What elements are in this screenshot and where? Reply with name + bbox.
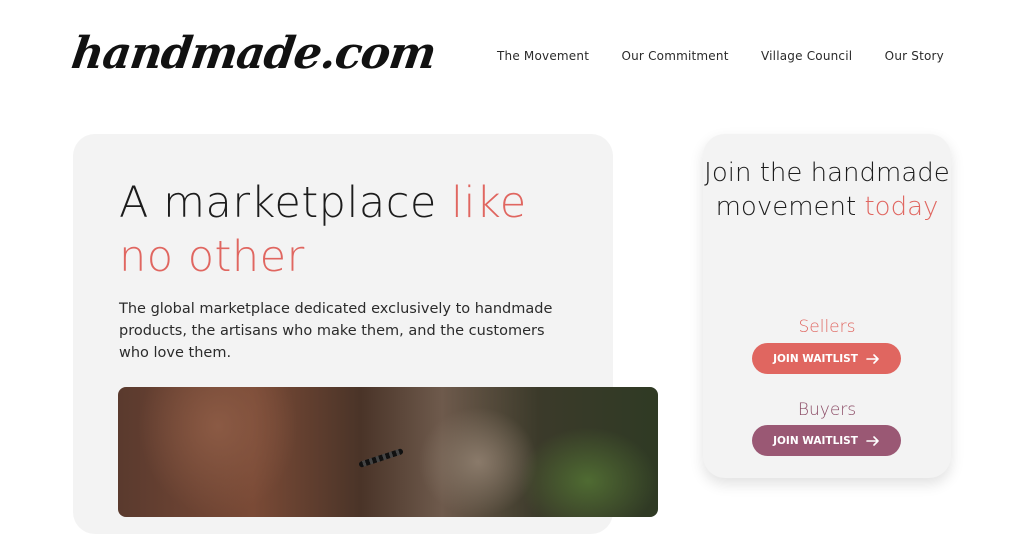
arrow-right-icon <box>866 353 879 364</box>
artisan-photo <box>118 387 658 517</box>
main-nav: The Movement Our Commitment Village Coun… <box>497 49 944 63</box>
sellers-join-waitlist-button[interactable]: JOIN WAITLIST <box>752 343 901 374</box>
nav-our-commitment[interactable]: Our Commitment <box>621 49 728 63</box>
waitlist-title-accent: today <box>864 192 939 222</box>
hero-description: The global marketplace dedicated exclusi… <box>119 301 553 361</box>
nav-our-story[interactable]: Our Story <box>885 49 944 63</box>
arrow-right-icon <box>866 435 879 446</box>
hero-title-plain: A marketplace <box>119 178 452 228</box>
sellers-label: Sellers <box>798 317 856 337</box>
site-logo[interactable]: handmade.com <box>68 28 438 79</box>
photo-shade-plants <box>518 427 658 517</box>
sellers-button-label: JOIN WAITLIST <box>773 352 858 365</box>
photo-bracelet <box>358 448 404 468</box>
nav-village-council[interactable]: Village Council <box>761 49 852 63</box>
buyers-join-waitlist-button[interactable]: JOIN WAITLIST <box>752 425 901 456</box>
hero-title: A marketplace like no other <box>119 176 589 284</box>
waitlist-title: Join the handmade movement today <box>703 156 951 224</box>
nav-the-movement[interactable]: The Movement <box>497 49 589 63</box>
buyers-button-label: JOIN WAITLIST <box>773 434 858 447</box>
buyers-label: Buyers <box>797 400 857 420</box>
photo-shade-shirt <box>138 387 298 517</box>
